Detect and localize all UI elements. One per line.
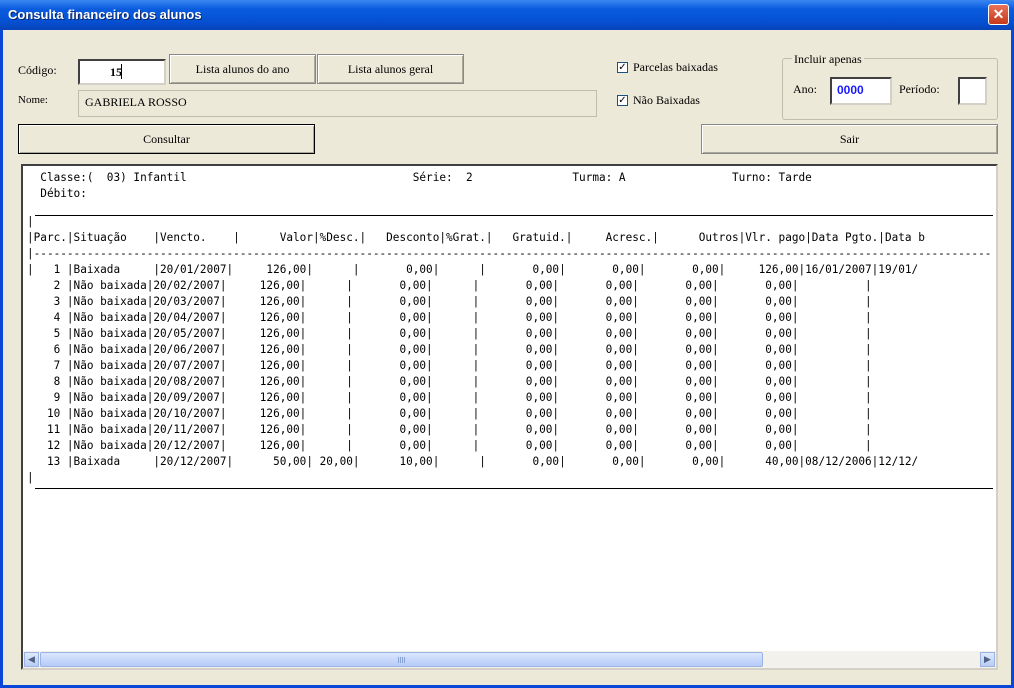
- codigo-label: Código:: [18, 63, 57, 77]
- main-window: Consulta financeiro dos alunos ✕ Código:…: [0, 0, 1014, 688]
- report-row: 9 |Não baixada|20/09/2007| 126,00| | 0,0…: [27, 391, 872, 404]
- report-row: 5 |Não baixada|20/05/2007| 126,00| | 0,0…: [27, 327, 872, 340]
- grip-icon: [397, 657, 406, 663]
- close-icon: ✕: [992, 6, 1005, 22]
- scroll-left-button[interactable]: ◀: [24, 652, 39, 667]
- scroll-thumb[interactable]: [40, 652, 763, 667]
- report-row: | 1 |Baixada |20/01/2007| 126,00| | 0,00…: [27, 263, 919, 276]
- report-row: 7 |Não baixada|20/07/2007| 126,00| | 0,0…: [27, 359, 872, 372]
- consultar-label: Consultar: [143, 131, 190, 146]
- sair-button[interactable]: Sair: [701, 124, 998, 154]
- nao-baixadas-checkbox[interactable]: ✓: [617, 95, 628, 106]
- report-content: Classe:( 03) Infantil Série: 2 Turma: A …: [27, 170, 993, 648]
- lista-alunos-geral-button[interactable]: Lista alunos geral: [317, 54, 464, 84]
- lista-alunos-geral-label: Lista alunos geral: [347, 61, 434, 76]
- chevron-right-icon: ▶: [984, 654, 991, 664]
- report-row: 10 |Não baixada|20/10/2007| 126,00| | 0,…: [27, 407, 872, 420]
- report-row: 2 |Não baixada|20/02/2007| 126,00| | 0,0…: [27, 279, 872, 292]
- parcelas-baixadas-checkbox[interactable]: ✓: [617, 62, 628, 73]
- horizontal-scrollbar[interactable]: ◀ ▶: [23, 651, 996, 668]
- lista-alunos-ano-label: Lista alunos do ano: [195, 61, 290, 76]
- report-row: 12 |Não baixada|20/12/2007| 126,00| | 0,…: [27, 439, 872, 452]
- report-rule: [35, 215, 993, 216]
- scroll-right-button[interactable]: ▶: [980, 652, 995, 667]
- periodo-input[interactable]: [958, 77, 987, 105]
- codigo-input[interactable]: 15: [78, 59, 166, 85]
- report-line: |: [27, 215, 34, 228]
- ano-input[interactable]: 0000: [830, 77, 892, 105]
- sair-label: Sair: [839, 131, 860, 146]
- ano-label: Ano:: [793, 82, 817, 96]
- report-line: Débito:: [27, 187, 87, 200]
- report-line: Classe:( 03) Infantil Série: 2 Turma: A …: [27, 171, 812, 184]
- parcelas-baixadas-label[interactable]: Parcelas baixadas: [633, 60, 718, 75]
- report-row: 11 |Não baixada|20/11/2007| 126,00| | 0,…: [27, 423, 872, 436]
- periodo-label: Período:: [899, 82, 940, 96]
- window-title: Consulta financeiro dos alunos: [8, 7, 202, 22]
- nome-field: GABRIELA ROSSO: [78, 90, 597, 117]
- incluir-apenas-label: Incluir apenas: [792, 52, 864, 67]
- report-row: 3 |Não baixada|20/03/2007| 126,00| | 0,0…: [27, 295, 872, 308]
- report-row: 4 |Não baixada|20/04/2007| 126,00| | 0,0…: [27, 311, 872, 324]
- report-separator: |---------------------------------------…: [27, 247, 993, 260]
- report-viewer[interactable]: Classe:( 03) Infantil Série: 2 Turma: A …: [21, 164, 998, 670]
- ano-value: 0000: [837, 83, 864, 97]
- lista-alunos-ano-button[interactable]: Lista alunos do ano: [169, 54, 316, 84]
- report-row: 8 |Não baixada|20/08/2007| 126,00| | 0,0…: [27, 375, 872, 388]
- report-line: |: [27, 471, 34, 484]
- report-row: 13 |Baixada |20/12/2007| 50,00| 20,00| 1…: [27, 455, 919, 468]
- report-rule: [35, 488, 993, 489]
- text-caret: [121, 64, 122, 79]
- nome-label: Nome:: [18, 94, 48, 106]
- report-row: 6 |Não baixada|20/06/2007| 126,00| | 0,0…: [27, 343, 872, 356]
- consultar-button[interactable]: Consultar: [18, 124, 315, 154]
- chevron-left-icon: ◀: [28, 654, 35, 664]
- title-bar[interactable]: Consulta financeiro dos alunos ✕: [0, 0, 1014, 30]
- close-button[interactable]: ✕: [988, 4, 1009, 25]
- report-header-row: |Parc.|Situação |Vencto. | Valor|%Desc.|…: [27, 231, 925, 244]
- nao-baixadas-label[interactable]: Não Baixadas: [633, 93, 700, 108]
- nome-value: GABRIELA ROSSO: [85, 95, 187, 109]
